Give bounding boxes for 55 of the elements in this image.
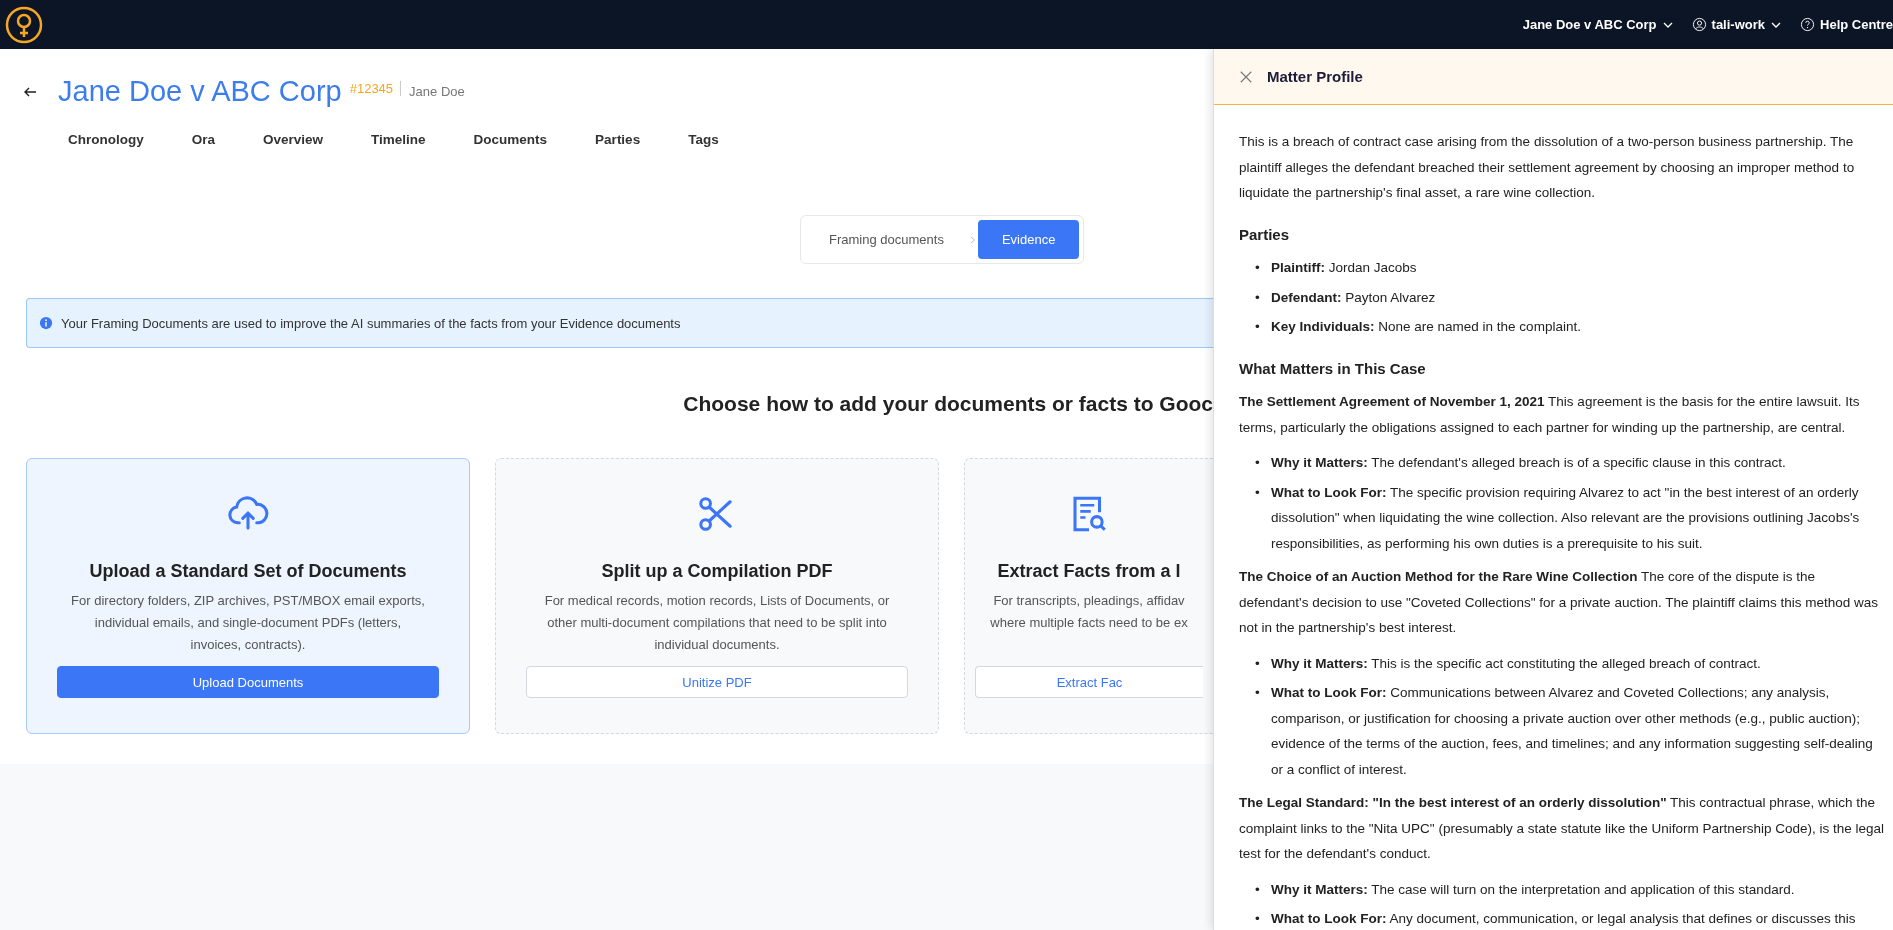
user-menu[interactable]: tali-work [1691,17,1783,32]
card-action-button[interactable]: Upload Documents [57,666,439,698]
bullet-marker: • [1255,880,1261,899]
profile-heading: What Matters in This Case [1239,358,1427,379]
profile-bullet: Key Individuals: None are named in the complaint. [1271,318,1582,336]
help-icon [1800,17,1816,32]
client-name: Jane Doe [409,84,465,99]
profile-bullet: Why it Matters: This is the specific act constituting the alleged breach of contract. [1271,654,1762,673]
step-tab[interactable]: Framing documents [805,220,968,259]
profile-paragraph: The Settlement Agreement of November 1, 2021 This agreement is the basis for the entire lawsuit. Its terms, particularly the obligations assigned to each partner for winding up the partnership, are central. [1239,393,1861,437]
step-tab[interactable]: Evidence [977,220,1080,259]
bullet-marker: • [1255,318,1261,336]
profile-bullet: What to Look For: Any document, communication, or legal analysis that defines or discusses this [1271,910,1857,928]
card-description: For directory folders, ZIP archives, PST/MBOX email exports, individual emails, and single-document PDFs (letters, invoices, contracts). [71,592,425,654]
matter-menu[interactable]: Jane Doe v ABC Corp [1522,17,1674,32]
nav-tab[interactable]: Timeline [347,132,450,161]
card-description: For transcripts, pleadings, affidav where multiple facts need to be ex [990,592,1188,632]
profile-bullet: What to Look For: Communications between Alvarez and Coveted Collections; any analysis, comparison, or justification for choosing a private auction over other methods (e.g., public auction); evidence of the terms of the auction, fees, and timelines; and any information suggesting self-dealing or a conflict of interest. [1271,684,1874,779]
card-action-button[interactable]: Unitize PDF [526,666,908,698]
panel-title: Matter Profile [1267,68,1363,85]
profile-bullet: What to Look For: The specific provision requiring Alvarez to act "in the best interest of an orderly dissolution" when liquidating the wine collection. Also relevant are the provisions outlining Jacobs's responsibilities, as performing his own duties is a prerequisite to his suit. [1271,483,1861,553]
profile-paragraph: The Legal Standard: "In the best interest of an orderly dissolution" This contractual phrase, which the complaint links to the "Nita UPC" (presumably a state statute like the Uniform Partnership Code), is the legal test for the defendant's conduct. [1239,794,1886,863]
close-icon[interactable] [1239,69,1253,84]
matter-title: Jane Doe v ABC Corp [58,75,342,108]
section-heading: Choose how to add your documents or facts to Gooc [683,392,1213,416]
help-centre-link[interactable]: Help Centre [1800,17,1893,32]
profile-bullet: Defendant: Payton Alvarez [1271,288,1437,307]
matter-number: #12345 [349,81,402,96]
profile-paragraph: This is a breach of contract case arising from the dissolution of a two-person business partnership. The plaintiff alleges the defendant breached their settlement agreement by choosing an improper method to liquidate the partnership's final asset, a rare wine collection. [1239,133,1856,202]
info-icon [39,316,53,330]
nav-tab[interactable]: Tags [664,132,743,161]
bullet-marker: • [1255,654,1261,673]
profile-paragraph: The Choice of an Auction Method for the Rare Wine Collection The core of the dispute is the defendant's decision to use "Coveted Collections" for a private auction. The plaintiff claims this method was not in the partnership's best interest. [1239,568,1879,637]
profile-bullet: Why it Matters: The case will turn on the interpretation and application of this standard. [1271,880,1796,899]
nav-tab[interactable]: Overview [239,132,348,161]
nav-tab[interactable]: Chronology [44,132,168,161]
bullet-marker: • [1255,454,1261,472]
card-action-button[interactable]: Extract Fac [975,666,1203,698]
nav-tab[interactable]: Parties [571,132,665,161]
info-text: Your Framing Documents are used to improve the AI summaries of the facts from your Evidence documents [61,315,681,331]
card-title: Upload a Standard Set of Documents [89,561,407,582]
bullet-marker: • [1255,483,1261,502]
user-icon [1691,17,1707,32]
profile-heading: Parties [1239,224,1291,245]
bullet-marker: • [1255,259,1261,277]
card-title: Split up a Compilation PDF [601,561,833,582]
profile-bullet: Plaintiff: Jordan Jacobs [1271,259,1418,277]
bullet-marker: • [1255,684,1261,702]
profile-bullet: Why it Matters: The defendant's alleged breach is of a specific clause in this contract. [1271,454,1787,472]
card-description: For medical records, motion records, Lists of Documents, or other multi-document compilations that need to be split into individual documents. [544,592,890,654]
card-title: Extract Facts from a l [997,561,1181,582]
nav-tab[interactable]: Ora [167,132,239,161]
bullet-marker: • [1255,910,1261,928]
nav-tab[interactable]: Documents [449,132,572,161]
bullet-marker: • [1255,288,1261,307]
